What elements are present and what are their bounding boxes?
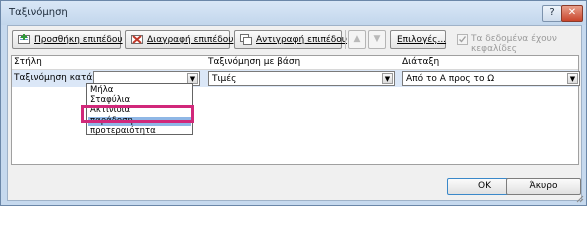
dropdown-option[interactable]: Μήλα	[90, 85, 113, 95]
move-up-button[interactable]: ▲	[348, 30, 366, 49]
sort-on-header: Ταξινόμηση με βάση	[208, 57, 301, 67]
sort-dialog: Ταξινόμηση ? ✕ Προσθήκη επιπέδου Διαγραφ…	[0, 0, 587, 206]
move-down-icon: ▼	[373, 34, 381, 44]
move-up-icon: ▲	[353, 34, 361, 44]
chevron-down-icon[interactable]: ▼	[567, 73, 578, 84]
sort-by-label: Ταξινόμηση κατά	[14, 73, 93, 83]
column-header: Στήλη	[14, 57, 42, 67]
dropdown-option[interactable]: Σταφύλια	[90, 95, 130, 105]
copy-level-label: Αντιγραφή επιπέδου	[256, 35, 347, 45]
delete-level-icon	[131, 35, 143, 44]
ok-label: OK	[478, 181, 491, 191]
add-level-icon	[18, 34, 30, 44]
title-bar: Ταξινόμηση ? ✕	[1, 1, 586, 25]
cancel-button[interactable]: Άκυρο	[506, 178, 581, 195]
toolbar-separator	[345, 30, 346, 49]
sort-on-value: Τιμές	[212, 74, 237, 84]
order-header: Διάταξη	[402, 57, 440, 67]
sort-on-combobox[interactable]: Τιμές ▼	[208, 71, 395, 86]
order-value: Από το Α προς το Ω	[406, 74, 495, 84]
dropdown-option[interactable]: προτεραιότητα	[90, 126, 156, 136]
options-label: Επιλογές...	[397, 35, 447, 45]
cancel-label: Άκυρο	[529, 181, 558, 191]
order-combobox[interactable]: Από το Α προς το Ω ▼	[402, 71, 580, 86]
has-headers-label: Τα δεδομένα έχουν κεφαλίδες	[471, 34, 557, 54]
add-level-button[interactable]: Προσθήκη επιπέδου	[12, 30, 123, 49]
move-down-button[interactable]: ▼	[368, 30, 386, 49]
close-button[interactable]: ✕	[561, 5, 583, 22]
copy-level-icon	[240, 34, 252, 45]
delete-level-button[interactable]: Διαγραφή επιπέδου	[125, 30, 234, 49]
chevron-down-icon[interactable]: ▼	[382, 73, 393, 84]
options-button[interactable]: Επιλογές...	[390, 30, 446, 49]
dialog-title: Ταξινόμηση	[9, 7, 68, 18]
callout-highlight-box	[81, 105, 194, 123]
resize-grip-icon[interactable]	[576, 195, 584, 203]
add-level-label: Προσθήκη επιπέδου	[34, 35, 123, 45]
copy-level-button[interactable]: Αντιγραφή επιπέδου	[234, 30, 347, 49]
delete-level-label: Διαγραφή επιπέδου	[147, 35, 234, 45]
checkmark-icon	[459, 36, 467, 43]
help-button[interactable]: ?	[542, 5, 562, 22]
has-headers-checkbox[interactable]	[457, 34, 468, 45]
